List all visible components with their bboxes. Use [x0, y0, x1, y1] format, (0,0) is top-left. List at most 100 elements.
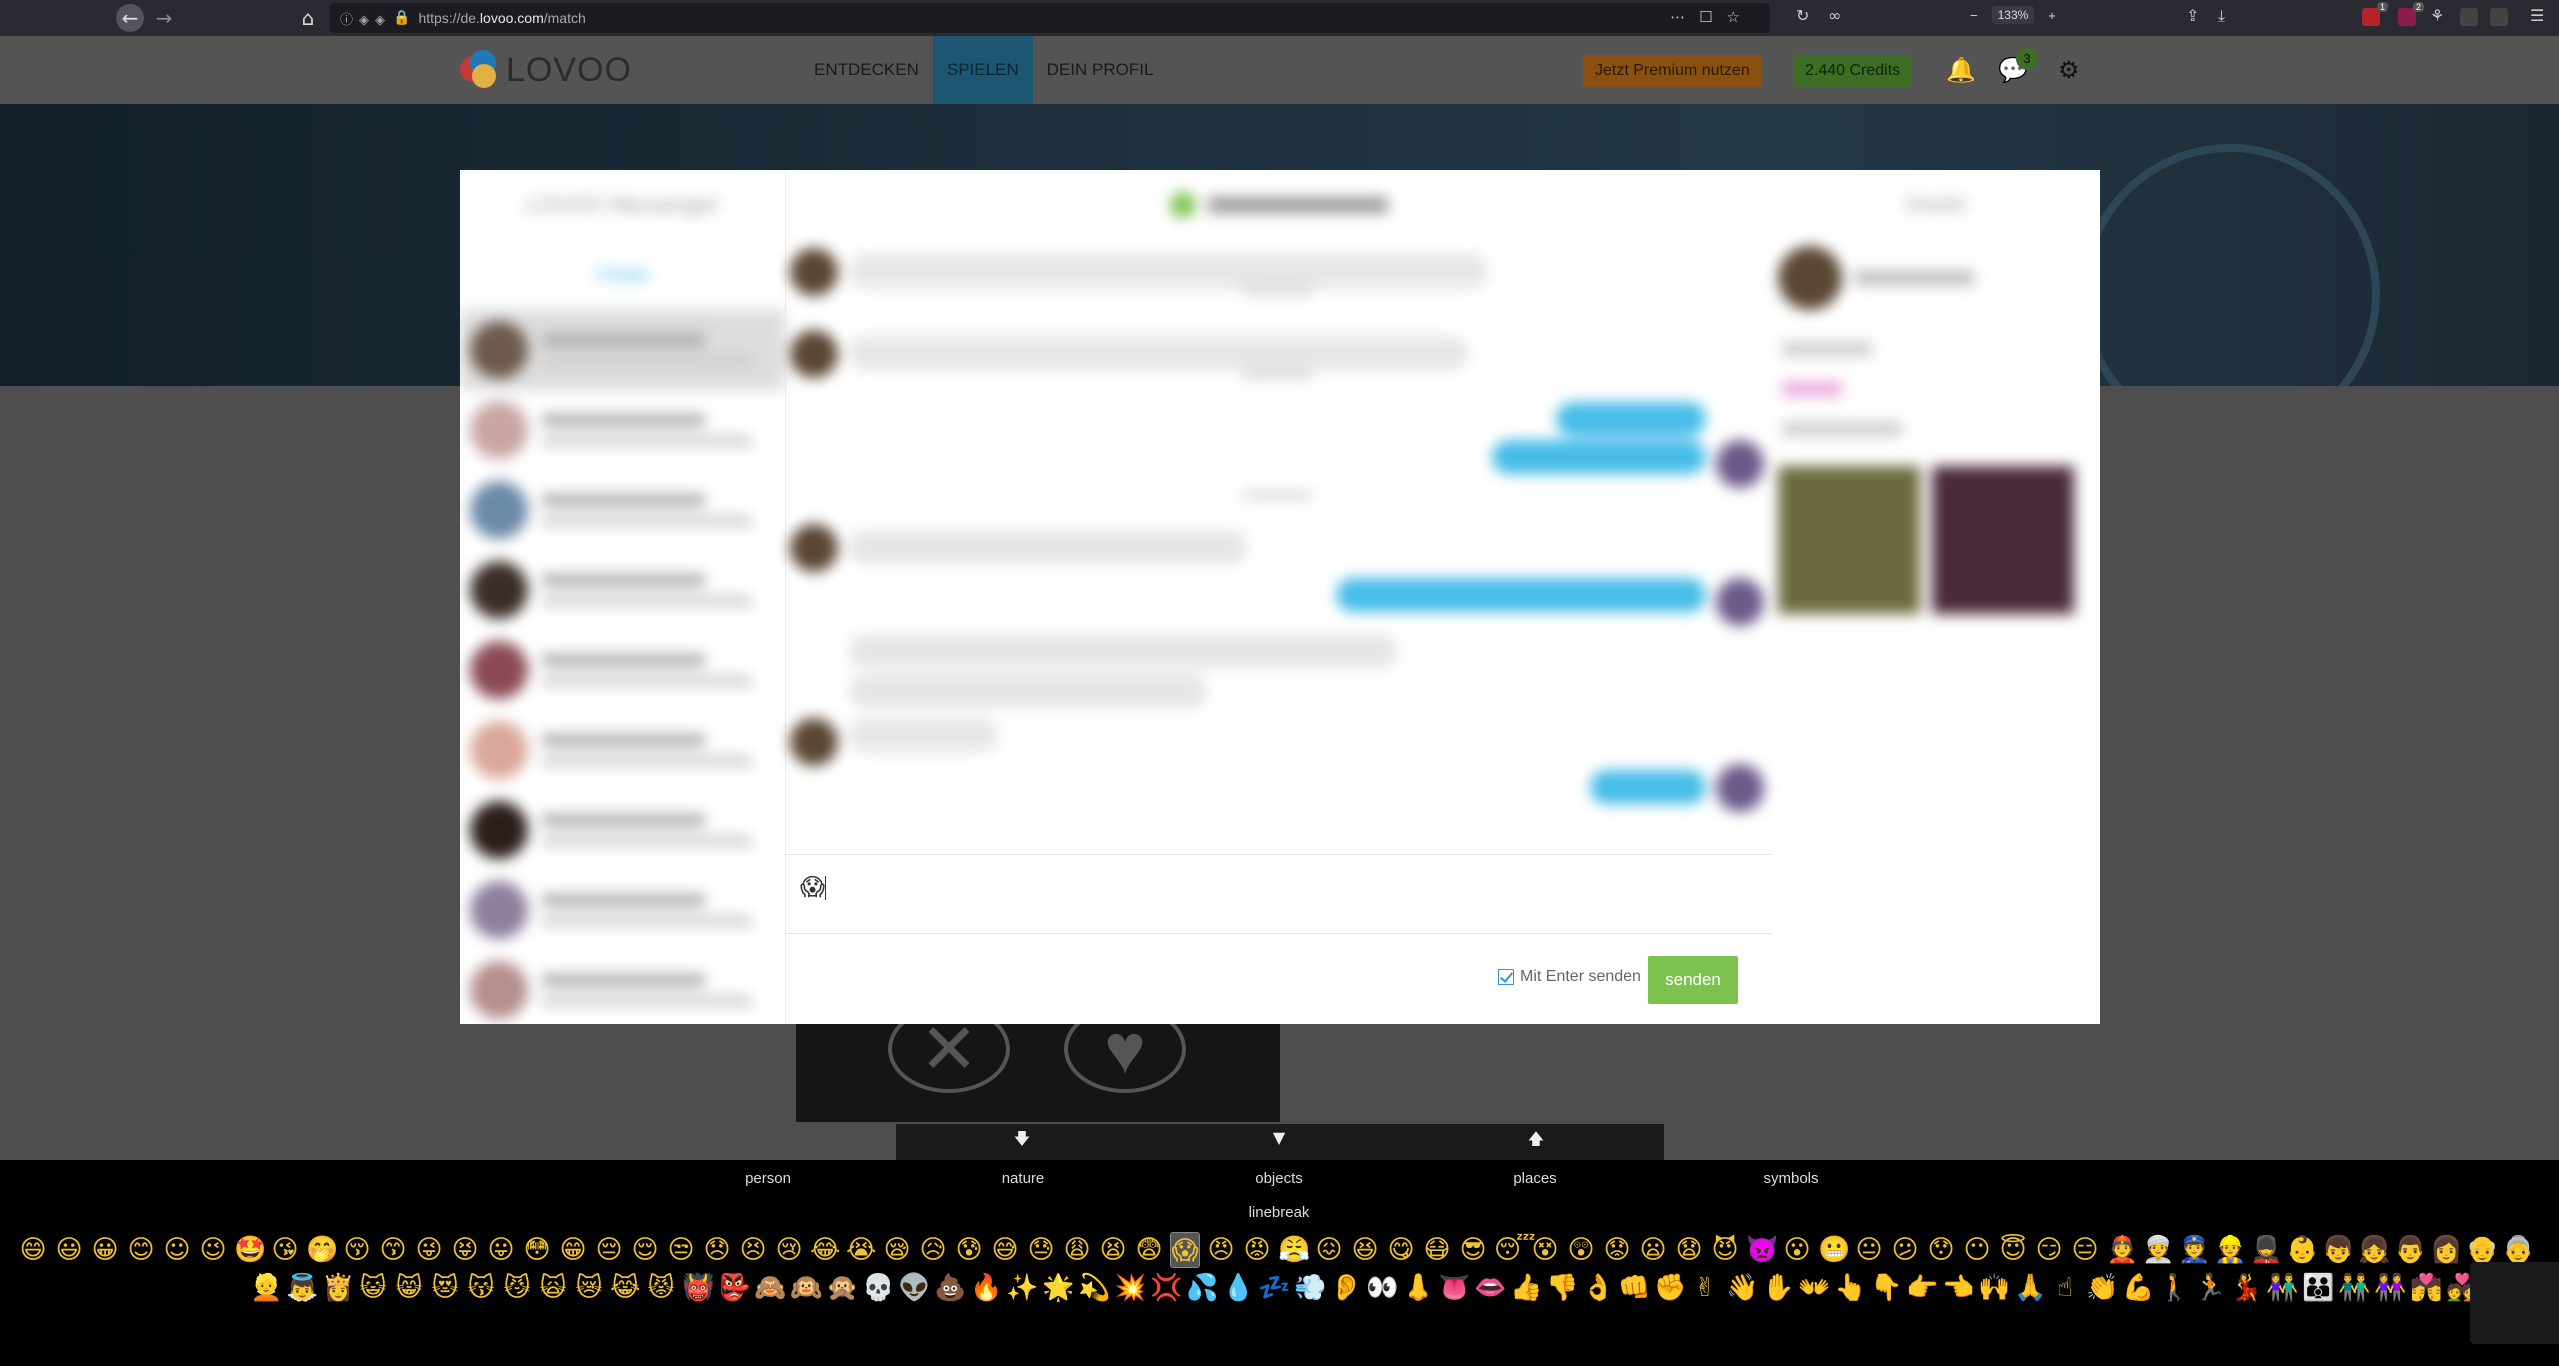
emoji-option[interactable]: 💫	[1078, 1270, 1110, 1306]
emoji-option[interactable]: 😡	[1242, 1232, 1272, 1268]
emoji-option[interactable]: 👿	[1746, 1232, 1778, 1268]
list-item[interactable]	[460, 390, 785, 470]
emoji-option[interactable]: 😯	[1926, 1232, 1956, 1268]
emoji-option[interactable]: ✋	[1762, 1270, 1794, 1306]
emoji-option[interactable]: 💀	[862, 1270, 894, 1306]
list-item[interactable]	[460, 790, 785, 870]
emoji-option[interactable]: 👐	[1798, 1270, 1830, 1306]
nav-dein-profil[interactable]: DEIN PROFIL	[1033, 36, 1168, 104]
emoji-option[interactable]: 🤭	[306, 1232, 338, 1268]
emoji-option[interactable]: 😨	[1134, 1232, 1164, 1268]
emoji-option[interactable]: 😆	[1350, 1232, 1380, 1268]
emoji-option[interactable]: 😒	[666, 1232, 696, 1268]
emoji-option[interactable]: 😪	[882, 1232, 912, 1268]
emoji-option[interactable]: 🌟	[1042, 1270, 1074, 1306]
emoji-option[interactable]: 👪	[2302, 1270, 2334, 1306]
triangle-down-icon[interactable]: ▼	[1264, 1128, 1294, 1147]
emoji-option[interactable]: 😎	[1458, 1232, 1488, 1268]
emoji-option[interactable]: 👀	[1366, 1270, 1398, 1306]
emoji-option[interactable]: 👃	[1402, 1270, 1434, 1306]
category-symbols[interactable]: symbols	[1731, 1170, 1851, 1187]
profile-photo[interactable]	[1778, 466, 1920, 614]
emoji-option[interactable]: 💏	[2410, 1270, 2442, 1306]
emoji-option[interactable]: 💤	[1258, 1270, 1290, 1306]
emoji-option[interactable]: 🙈	[754, 1270, 786, 1306]
category-objects[interactable]: objects	[1219, 1170, 1339, 1187]
emoji-option[interactable]: 😣	[738, 1232, 768, 1268]
premium-button[interactable]: Jetzt Premium nutzen	[1583, 55, 1762, 87]
emoji-option[interactable]: 💩	[934, 1270, 966, 1306]
emoji-option[interactable]: 👌	[1582, 1270, 1614, 1306]
category-places[interactable]: places	[1475, 1170, 1595, 1187]
emoji-option[interactable]: 😚	[342, 1232, 372, 1268]
emoji-option[interactable]: 😸	[394, 1270, 424, 1306]
emoji-option[interactable]: 👎	[1546, 1270, 1578, 1306]
emoji-option[interactable]: 👈	[1942, 1270, 1974, 1306]
list-item[interactable]	[460, 950, 785, 1024]
home-icon[interactable]: ⌂	[294, 4, 322, 32]
extension-icon[interactable]: 2	[2398, 2, 2424, 26]
enter-to-send-toggle[interactable]: Mit Enter senden	[1498, 968, 1641, 986]
list-item[interactable]	[460, 550, 785, 630]
emoji-option[interactable]: 💥	[1114, 1270, 1146, 1306]
emoji-option[interactable]: 😼	[502, 1270, 532, 1306]
checkbox-icon[interactable]	[1498, 969, 1514, 985]
emoji-option[interactable]: 👆	[1834, 1270, 1866, 1306]
emoji-option[interactable]: ✌	[1690, 1270, 1720, 1306]
emoji-option[interactable]: 👊	[1618, 1270, 1650, 1306]
emoji-option[interactable]: 🏃	[2194, 1270, 2226, 1306]
emoji-option[interactable]: 🙌	[1978, 1270, 2010, 1306]
adblock-extension-icon[interactable]: 1	[2362, 2, 2388, 26]
emoji-option[interactable]: 😌	[630, 1232, 660, 1268]
emoji-option[interactable]: 😉	[198, 1232, 228, 1268]
emoji-option[interactable]: 😠	[1206, 1232, 1236, 1268]
profile-photo[interactable]	[1932, 466, 2074, 614]
emoji-option[interactable]: 😐	[1854, 1232, 1884, 1268]
emoji-option[interactable]: 👉	[1906, 1270, 1938, 1306]
emoji-option[interactable]: 😤	[1278, 1232, 1310, 1268]
emoji-option[interactable]: ☝	[2050, 1270, 2080, 1306]
emoji-option[interactable]: 👹	[682, 1270, 714, 1306]
emoji-option[interactable]: 👏	[2086, 1270, 2118, 1306]
forward-arrow-icon[interactable]: →	[150, 4, 178, 32]
emoji-option[interactable]: 😦	[1638, 1232, 1668, 1268]
emoji-option[interactable]: 💦	[1186, 1270, 1218, 1306]
emoji-option[interactable]: 😽	[466, 1270, 496, 1306]
emoji-option[interactable]: 💧	[1222, 1270, 1254, 1306]
emoji-option[interactable]: 😿	[574, 1270, 604, 1306]
download-icon[interactable]: ⤓	[2218, 6, 2225, 26]
emoji-option[interactable]: 😮	[1782, 1232, 1812, 1268]
emoji-option[interactable]: 🔥	[970, 1270, 1002, 1306]
emoji-option[interactable]: 👇	[1870, 1270, 1902, 1306]
emoji-option[interactable]: 😙	[378, 1232, 408, 1268]
emoji-option[interactable]: 😢	[774, 1232, 804, 1268]
emoji-option[interactable]: 👳	[2142, 1232, 2174, 1268]
menu-icon[interactable]: ☰	[2530, 6, 2544, 25]
emoji-option[interactable]: ✨	[1006, 1270, 1038, 1306]
emoji-option[interactable]: 😊	[126, 1232, 156, 1268]
emoji-option[interactable]: 😳	[522, 1232, 552, 1268]
emoji-option[interactable]: 👍	[1510, 1270, 1542, 1306]
emoji-option[interactable]: 👦	[2322, 1232, 2354, 1268]
emoji-option[interactable]: 😓	[1026, 1232, 1056, 1268]
url-text[interactable]: https://de.lovoo.com/match	[418, 10, 585, 26]
emoji-option[interactable]: 😅	[990, 1232, 1020, 1268]
emoji-option[interactable]: 😟	[1602, 1232, 1632, 1268]
emoji-option[interactable]: 😭	[846, 1232, 876, 1268]
emoji-option[interactable]: ✊	[1654, 1270, 1686, 1306]
emoji-option[interactable]: 😥	[918, 1232, 948, 1268]
emoji-option[interactable]: 😋	[1386, 1232, 1416, 1268]
emoji-option[interactable]: 👧	[2358, 1232, 2390, 1268]
extension-icon-gray-2[interactable]	[2490, 8, 2508, 26]
emoji-option[interactable]: 😂	[810, 1232, 840, 1268]
site-info-icon[interactable]: ⓘ◈◈	[340, 9, 391, 28]
emoji-option[interactable]: 😲	[1566, 1232, 1596, 1268]
arrow-down-icon[interactable]: 🡇	[1007, 1128, 1037, 1155]
emoji-option[interactable]: 😾	[646, 1270, 676, 1306]
send-button[interactable]: senden	[1648, 956, 1738, 1004]
emoji-option[interactable]: 😖	[1314, 1232, 1344, 1268]
emoji-option[interactable]: 💪	[2122, 1270, 2154, 1306]
emoji-option[interactable]: 😧	[1674, 1232, 1704, 1268]
linebreak-label[interactable]: linebreak	[1219, 1204, 1339, 1221]
emoji-option[interactable]: 😏	[2034, 1232, 2064, 1268]
